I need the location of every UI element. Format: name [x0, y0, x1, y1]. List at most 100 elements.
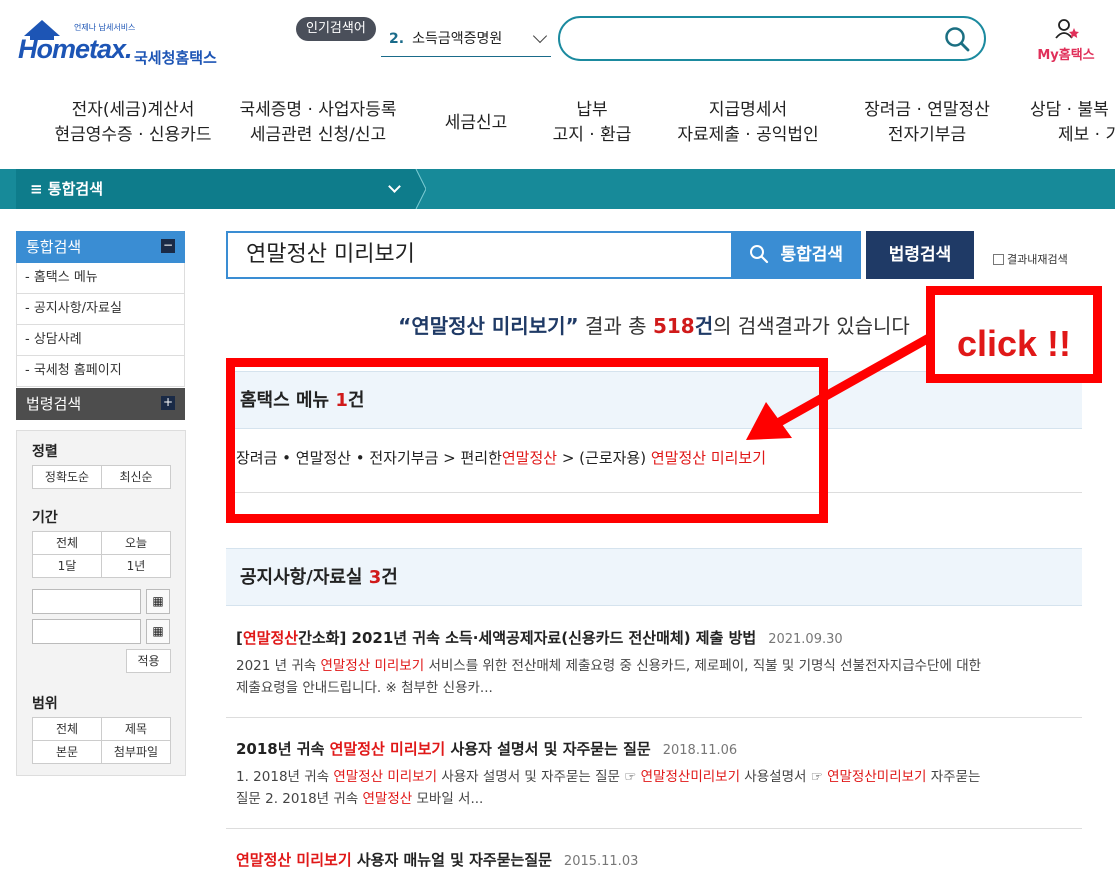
nav-tax-report[interactable]: 세금신고 — [430, 111, 522, 136]
highlight-box — [226, 358, 828, 523]
section-unit: 건 — [381, 567, 398, 588]
sidebar-head-label: 통합검색 — [26, 238, 82, 256]
quote-mark: ” — [565, 314, 579, 338]
quote-mark: “ — [398, 314, 412, 338]
nav-label: 현금영수증 · 신용카드 — [54, 125, 212, 145]
user-icon — [1055, 19, 1079, 39]
snippet-text: 제출요령을 안내드립니다. ※ 첨부한 신용카... — [236, 680, 493, 696]
snippet-text: 사용자 설명서 및 자주묻는 질문 ☞ — [437, 769, 641, 785]
sidebar-item-notices[interactable]: - 공지사항/자료실 — [16, 294, 185, 325]
post-title-text: 사용자 설명서 및 자주묻는 질문 — [445, 740, 651, 758]
nav-payment[interactable]: 납부 고지 · 환급 — [540, 98, 644, 148]
nav-label: 고지 · 환급 — [552, 125, 632, 145]
post-title-link[interactable]: 2018년 귀속 연말정산 미리보기 사용자 설명서 및 자주묻는 질문 2018… — [236, 738, 737, 759]
nav-label: 장려금 · 연말정산 — [864, 100, 990, 120]
sidebar-head-label: 법령검색 — [26, 395, 82, 413]
sidebar-item-nts-homepage[interactable]: - 국세청 홈페이지 — [16, 356, 185, 387]
top-search-input[interactable] — [558, 16, 986, 61]
post-title-highlight: 연말정산 미리보기 — [236, 851, 352, 869]
nav-label: 국세증명 · 사업자등록 — [239, 100, 397, 120]
sidebar-item-hometax-menu[interactable]: - 홈택스 메뉴 — [16, 263, 185, 294]
post-title-text: 2018년 귀속 — [236, 740, 330, 758]
section-notices: 공지사항/자료실 3건 — [226, 548, 1082, 606]
post-date: 2021.09.30 — [768, 632, 843, 647]
breadcrumb-label: ≡ 통합검색 — [30, 180, 103, 198]
post-title-text: 간소화] 2021년 귀속 소득·세액공제자료(신용카드 전산매체) 제출 방법 — [298, 629, 757, 647]
sidebar-item-consult-cases[interactable]: - 상담사례 — [16, 325, 185, 356]
scope-title: 범위 — [32, 696, 58, 712]
snippet-highlight: 연말정산미리보기 — [827, 769, 927, 785]
nav-year-end-settlement[interactable]: 장려금 · 연말정산 전자기부금 — [852, 98, 1002, 148]
sidebar-law-search[interactable]: 법령검색 + — [16, 388, 185, 420]
nav-label: 납부 — [576, 100, 608, 120]
snippet-highlight: 연말정산미리보기 — [640, 769, 741, 785]
law-search-button[interactable]: 법령검색 — [866, 231, 974, 279]
post-title-highlight: 연말정산 — [242, 629, 299, 647]
calendar-icon[interactable]: ▦ — [146, 619, 170, 644]
my-hometax-label: My홈택스 — [1037, 48, 1095, 63]
logo-tagline: 언제나 납세서비스 — [74, 23, 136, 32]
snippet-highlight: 연말정산 미리보기 — [320, 658, 425, 674]
search-within-checkbox[interactable]: 결과내재검색 — [993, 251, 1068, 267]
sort-latest-button[interactable]: 최신순 — [101, 465, 171, 489]
snippet-highlight: 연말정산 미리보기 — [333, 769, 438, 785]
period-today-button[interactable]: 오늘 — [101, 531, 171, 555]
snippet-text: 자주묻는 — [926, 769, 981, 785]
scope-body-button[interactable]: 본문 — [32, 740, 102, 764]
nav-label: 상담 · 불복 — [1030, 100, 1109, 120]
divider — [226, 717, 1082, 718]
scope-attachment-button[interactable]: 첨부파일 — [101, 740, 171, 764]
calendar-icon[interactable]: ▦ — [146, 589, 170, 614]
snippet-text: 서비스를 위한 전산매체 제출요령 중 신용카드, 제로페이, 직불 및 기명식… — [424, 658, 982, 674]
expand-icon[interactable]: + — [161, 396, 175, 410]
section-title: 공지사항/자료실 — [240, 567, 369, 588]
snippet-text: 모바일 서... — [412, 791, 484, 807]
search-icon[interactable] — [942, 24, 974, 54]
period-all-button[interactable]: 전체 — [32, 531, 102, 555]
post-snippet: 2021 년 귀속 연말정산 미리보기 서비스를 위한 전산매체 제출요령 중 … — [236, 655, 1076, 699]
nav-consultation[interactable]: 상담 · 불복 제보 · 기 — [1030, 98, 1115, 148]
breadcrumb-separator — [412, 169, 426, 209]
logo-name-kr: 국세청홈택스 — [134, 49, 217, 67]
post-title-link[interactable]: [연말정산간소화] 2021년 귀속 소득·세액공제자료(신용카드 전산매체) … — [236, 627, 843, 648]
popular-search-badge: 인기검색어 — [296, 17, 376, 41]
snippet-text: 1. 2018년 귀속 — [236, 769, 334, 785]
hometax-logo[interactable]: 언제나 납세서비스 Hometax. 국세청홈택스 — [16, 14, 236, 67]
integrated-search-label: 통합검색 — [780, 245, 843, 265]
nav-label: 전자(세금)계산서 — [71, 100, 195, 120]
period-title: 기간 — [32, 510, 58, 526]
post-date: 2018.11.06 — [662, 743, 738, 758]
sidebar-integrated-search[interactable]: 통합검색 − — [16, 231, 185, 263]
logo-brand: Hometax. — [18, 34, 133, 64]
popular-search-select[interactable]: 2. 소득금액증명원 — [381, 27, 551, 57]
nav-e-invoice[interactable]: 전자(세금)계산서 현금영수증 · 신용카드 — [48, 98, 218, 148]
scope-title-button[interactable]: 제목 — [101, 717, 171, 741]
click-callout-text: click !! — [956, 323, 1072, 364]
divider — [226, 828, 1082, 829]
nav-label: 제보 · 기 — [1058, 125, 1115, 145]
popular-term: 소득금액증명원 — [412, 31, 503, 47]
integrated-search-button[interactable]: 통합검색 — [733, 231, 861, 279]
snippet-text: 2021 년 귀속 — [236, 658, 321, 674]
end-date-input[interactable] — [32, 619, 141, 644]
nav-statements[interactable]: 지급명세서 자료제출 · 공익법인 — [664, 98, 832, 148]
nav-label: 자료제출 · 공익법인 — [677, 125, 819, 145]
sort-accuracy-button[interactable]: 정확도순 — [32, 465, 102, 489]
collapse-icon[interactable]: − — [161, 239, 175, 253]
period-year-button[interactable]: 1년 — [101, 554, 171, 578]
my-hometax-link[interactable]: My홈택스 — [1026, 16, 1106, 66]
post-date: 2015.11.03 — [563, 854, 639, 869]
nav-label: 세금관련 신청/신고 — [249, 125, 387, 145]
summary-text: 결과 총 — [578, 314, 653, 338]
chevron-down-icon — [532, 28, 548, 44]
nav-certificates[interactable]: 국세증명 · 사업자등록 세금관련 신청/신고 — [228, 98, 408, 148]
checkbox-icon[interactable] — [993, 254, 1004, 265]
start-date-input[interactable] — [32, 589, 141, 614]
sort-title: 정렬 — [32, 444, 58, 460]
main-search-input[interactable]: 연말정산 미리보기 — [226, 231, 733, 279]
apply-button[interactable]: 적용 — [126, 649, 171, 673]
period-month-button[interactable]: 1달 — [32, 554, 102, 578]
post-title-link[interactable]: 연말정산 미리보기 사용자 매뉴얼 및 자주묻는질문 2015.11.03 — [236, 849, 638, 870]
post-title-text: [ — [236, 629, 243, 647]
scope-all-button[interactable]: 전체 — [32, 717, 102, 741]
